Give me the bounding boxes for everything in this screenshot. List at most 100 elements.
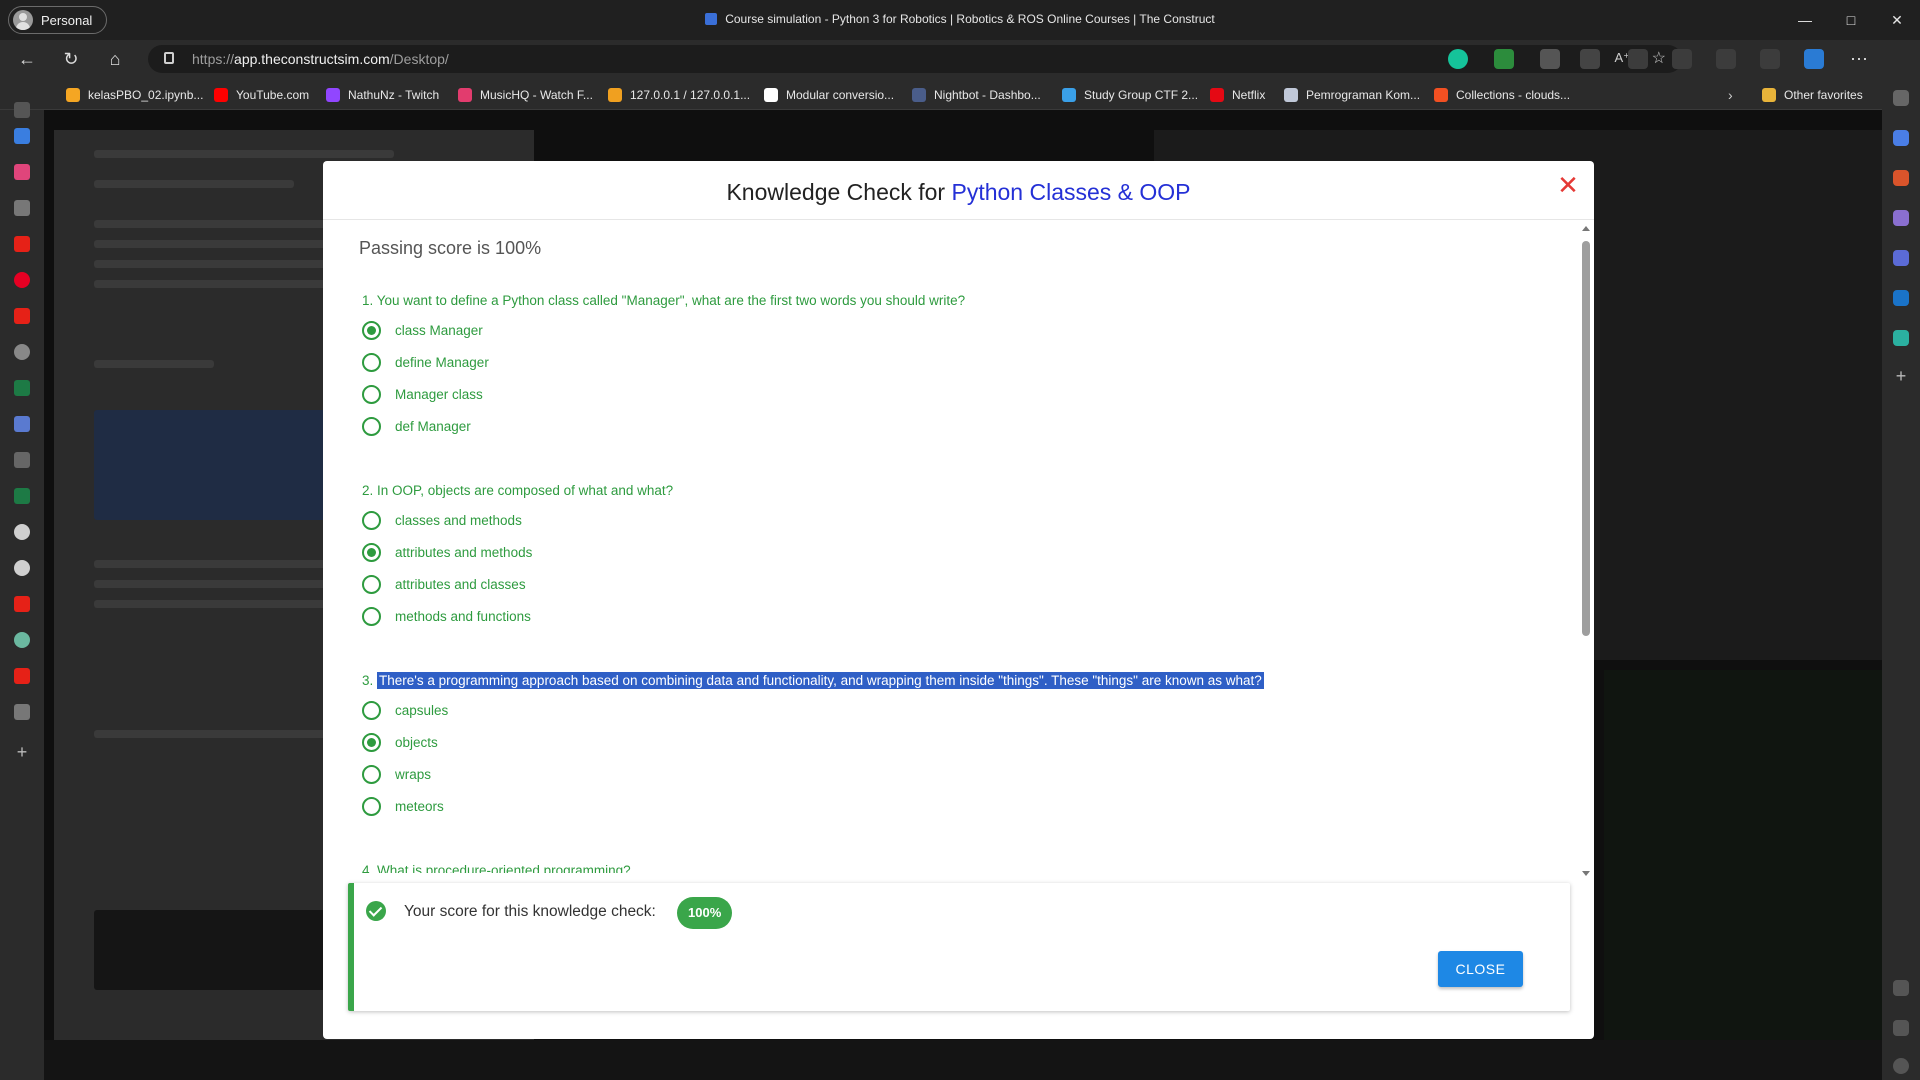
minimize-icon[interactable]: — bbox=[1782, 0, 1828, 40]
favorite-item[interactable]: YouTube.com bbox=[214, 86, 309, 104]
refresh-icon[interactable]: ↻ bbox=[58, 47, 84, 71]
extension-badge-icon[interactable] bbox=[1540, 49, 1560, 69]
favorite-item[interactable]: Collections - clouds... bbox=[1434, 86, 1570, 104]
muted-speaker-icon[interactable] bbox=[14, 704, 30, 720]
radio-selected[interactable] bbox=[362, 733, 381, 752]
option-radio[interactable]: wraps bbox=[362, 765, 431, 784]
excel-icon[interactable] bbox=[14, 380, 30, 396]
more-options-icon[interactable]: ⋯ bbox=[1846, 47, 1872, 71]
question-3: 3. There's a programming approach based … bbox=[362, 672, 1264, 689]
edge-icon[interactable] bbox=[1804, 49, 1824, 69]
browser-essentials-icon[interactable] bbox=[1760, 49, 1780, 69]
lock-icon bbox=[164, 52, 174, 64]
speaker-icon[interactable] bbox=[14, 200, 30, 216]
url-text[interactable]: https://app.theconstructsim.com/Desktop/ bbox=[192, 51, 449, 67]
question-1: 1. You want to define a Python class cal… bbox=[362, 293, 1542, 308]
split-screen-icon[interactable] bbox=[1628, 49, 1648, 69]
option-radio[interactable]: classes and methods bbox=[362, 511, 522, 530]
home-icon[interactable]: ⌂ bbox=[102, 47, 128, 71]
youtube-icon[interactable] bbox=[14, 596, 30, 612]
search-icon[interactable] bbox=[1893, 90, 1909, 106]
close-icon[interactable]: ✕ bbox=[1556, 172, 1580, 198]
sidebar-layout-icon[interactable] bbox=[1893, 980, 1909, 996]
youtube-icon[interactable] bbox=[14, 668, 30, 684]
option-radio[interactable]: attributes and methods bbox=[362, 543, 532, 562]
youtube-icon[interactable] bbox=[14, 308, 30, 324]
active-tab-icon[interactable] bbox=[14, 416, 30, 432]
close-window-icon[interactable]: ✕ bbox=[1874, 0, 1920, 40]
option-radio[interactable]: attributes and classes bbox=[362, 575, 526, 594]
collections-icon[interactable] bbox=[1716, 49, 1736, 69]
score-result-panel: Your score for this knowledge check: 100… bbox=[348, 883, 1570, 1011]
maximize-icon[interactable]: □ bbox=[1828, 0, 1874, 40]
games-icon[interactable] bbox=[1893, 210, 1909, 226]
send-icon[interactable] bbox=[1893, 330, 1909, 346]
outlook-icon[interactable] bbox=[1893, 290, 1909, 306]
question-text: 2. In OOP, objects are composed of what … bbox=[362, 483, 674, 498]
address-toolbar: ← ↻ ⌂ https://app.theconstructsim.com/De… bbox=[0, 40, 1920, 78]
option-radio[interactable]: methods and functions bbox=[362, 607, 531, 626]
site-favicon-icon bbox=[705, 13, 718, 25]
option-radio[interactable]: Manager class bbox=[362, 385, 483, 404]
radio-selected[interactable] bbox=[362, 321, 381, 340]
option-radio[interactable]: def Manager bbox=[362, 417, 471, 436]
check-circle-icon bbox=[366, 901, 386, 921]
copilot-icon[interactable] bbox=[1893, 250, 1909, 266]
github-icon[interactable] bbox=[14, 524, 30, 540]
favorite-item[interactable]: Netflix bbox=[1210, 86, 1265, 104]
question-list[interactable]: Passing score is 100% 1. You want to def… bbox=[359, 161, 1559, 873]
chatgpt-icon[interactable] bbox=[14, 632, 30, 648]
score-badge: 100% bbox=[677, 897, 733, 929]
option-radio[interactable]: capsules bbox=[362, 701, 448, 720]
github-icon[interactable] bbox=[14, 560, 30, 576]
pinterest-icon[interactable] bbox=[14, 272, 30, 288]
tab-actions-icon[interactable] bbox=[14, 102, 30, 118]
extensions-icon[interactable] bbox=[1580, 49, 1600, 69]
file-icon[interactable] bbox=[14, 452, 30, 468]
highlighted-selection: There's a programming approach based on … bbox=[377, 672, 1264, 689]
favorite-item[interactable]: Pemrograman Kom... bbox=[1284, 86, 1420, 104]
excel-icon[interactable] bbox=[14, 488, 30, 504]
question-text: 1. You want to define a Python class cal… bbox=[362, 293, 966, 308]
passing-score: Passing score is 100% bbox=[359, 238, 542, 258]
back-icon[interactable]: ← bbox=[14, 47, 40, 71]
favorite-item[interactable]: Study Group CTF 2... bbox=[1062, 86, 1198, 104]
tools-icon[interactable] bbox=[1893, 170, 1909, 186]
new-tab-icon[interactable]: + bbox=[14, 743, 30, 761]
option-radio[interactable]: class Manager bbox=[362, 321, 483, 340]
other-favorites[interactable]: Other favorites bbox=[1762, 86, 1863, 104]
favorite-item[interactable]: NathuNz - Twitch bbox=[326, 86, 439, 104]
github-icon[interactable] bbox=[14, 344, 30, 360]
scroll-down-icon[interactable] bbox=[1582, 871, 1590, 876]
scroll-thumb[interactable] bbox=[1582, 241, 1590, 636]
window-title-text: Course simulation - Python 3 for Robotic… bbox=[725, 12, 1215, 26]
favorite-item[interactable]: MusicHQ - Watch F... bbox=[458, 86, 593, 104]
favorites-icon[interactable] bbox=[1672, 49, 1692, 69]
favorite-item[interactable]: Nightbot - Dashbo... bbox=[912, 86, 1041, 104]
question-2: 2. In OOP, objects are composed of what … bbox=[362, 483, 1542, 498]
add-sidebar-app-icon[interactable]: + bbox=[1893, 367, 1909, 385]
radio-selected[interactable] bbox=[362, 543, 381, 562]
sidebar-app-icon[interactable] bbox=[14, 164, 30, 180]
favorite-item[interactable]: Modular conversio... bbox=[764, 86, 894, 104]
extension-icon[interactable] bbox=[1494, 49, 1514, 69]
option-radio[interactable]: meteors bbox=[362, 797, 444, 816]
favorite-star-icon[interactable]: ☆ bbox=[1652, 48, 1666, 68]
close-button[interactable]: CLOSE bbox=[1438, 951, 1523, 987]
shopping-icon[interactable] bbox=[1893, 130, 1909, 146]
favorites-overflow-icon[interactable]: › bbox=[1728, 86, 1733, 104]
scroll-up-icon[interactable] bbox=[1582, 226, 1590, 231]
favorite-item[interactable]: 127.0.0.1 / 127.0.0.1... bbox=[608, 86, 750, 104]
dialog-scrollbar[interactable] bbox=[1581, 226, 1591, 876]
score-result-text: Your score for this knowledge check: bbox=[404, 903, 656, 920]
knowledge-check-dialog: Knowledge Check for Python Classes & OOP… bbox=[323, 161, 1594, 1039]
youtube-icon[interactable] bbox=[14, 236, 30, 252]
sidebar-app-icon[interactable] bbox=[14, 128, 30, 144]
settings-icon[interactable] bbox=[1893, 1058, 1909, 1074]
option-radio[interactable]: define Manager bbox=[362, 353, 489, 372]
favorite-item[interactable]: kelasPBO_02.ipynb... bbox=[66, 86, 203, 104]
vertical-sidebar: + bbox=[0, 102, 44, 1080]
grammarly-extension-icon[interactable] bbox=[1448, 49, 1468, 69]
external-link-icon[interactable] bbox=[1893, 1020, 1909, 1036]
option-radio[interactable]: objects bbox=[362, 733, 438, 752]
